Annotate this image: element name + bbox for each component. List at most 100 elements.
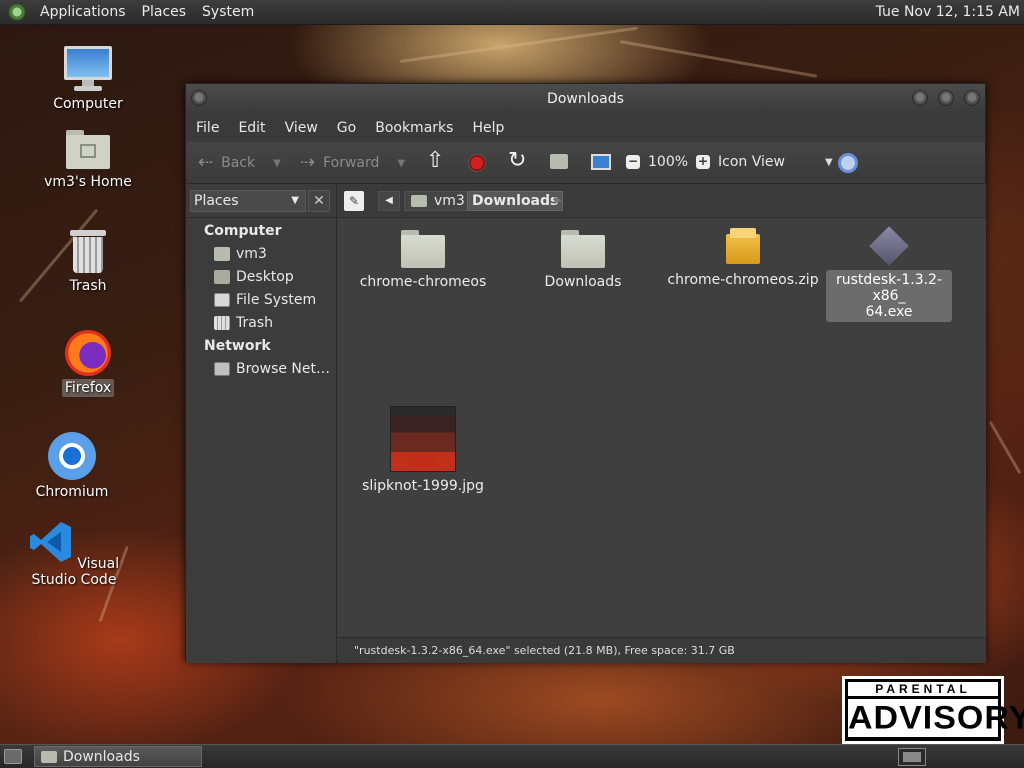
show-desktop-button[interactable] (4, 749, 22, 764)
places-menu[interactable]: Places (134, 4, 195, 20)
firefox-icon (65, 330, 111, 376)
sidebar-item-label: Browse Net… (236, 361, 331, 377)
forward-arrow-icon: ⇢ (300, 152, 316, 173)
file-name: chrome-chromeos (359, 274, 487, 290)
sidebar-item-desktop[interactable]: Desktop (214, 269, 294, 285)
file-view[interactable]: chrome-chromeos Downloads chrome-chromeo… (338, 218, 986, 637)
file-name: Downloads (544, 274, 622, 290)
menu-file[interactable]: File (196, 120, 219, 136)
wallpaper-streak (619, 40, 818, 78)
path-scroll-left-button[interactable]: ◀ (378, 191, 400, 211)
forward-history-arrow-icon[interactable]: ▼ (397, 158, 405, 169)
desktop-icon-computer[interactable]: Computer (50, 46, 126, 112)
zoom-level[interactable]: 100% (648, 154, 688, 170)
edit-location-button[interactable]: ✎ (344, 191, 364, 211)
desktop-icon-label: Computer (53, 96, 123, 112)
pencil-icon: ✎ (348, 194, 360, 208)
sidebar-selector[interactable]: Places ▼ (190, 190, 306, 212)
desktop-icon-label: Chromium (35, 484, 109, 500)
back-arrow-icon: ⇠ (198, 152, 214, 173)
sidebar-item-trash[interactable]: Trash (214, 315, 273, 331)
home-button[interactable] (550, 154, 568, 169)
workspace-switcher[interactable] (898, 748, 926, 766)
sidebar-heading-computer: Computer (204, 223, 282, 239)
zoom-out-icon[interactable]: − (626, 155, 640, 169)
window-title: Downloads (547, 91, 624, 107)
back-button[interactable]: ⇠ Back ▼ (198, 154, 281, 172)
trash-icon (70, 230, 106, 274)
up-button[interactable]: ⇧ (426, 148, 452, 173)
reload-icon: ↻ (508, 148, 527, 173)
stop-button[interactable] (468, 154, 486, 172)
menu-go[interactable]: Go (337, 120, 356, 136)
stop-icon (468, 154, 486, 172)
folder-icon (41, 750, 57, 763)
forward-button[interactable]: ⇢ Forward ▼ (300, 154, 405, 172)
distro-logo-icon[interactable] (8, 3, 26, 21)
computer-icon (64, 46, 112, 92)
wallpaper-streak (399, 26, 638, 63)
desktop-icon-label: Firefox (61, 379, 115, 397)
trash-icon (214, 316, 230, 330)
menu-edit[interactable]: Edit (238, 120, 265, 136)
home-folder-icon (411, 195, 427, 207)
reload-button[interactable]: ↻ (508, 148, 534, 173)
window-titlebar[interactable]: Downloads (186, 84, 985, 114)
file-item[interactable]: slipknot-1999.jpg (348, 406, 498, 494)
minimize-button[interactable] (912, 90, 928, 106)
menu-help[interactable]: Help (472, 120, 504, 136)
desktop-icon-trash[interactable]: Trash (58, 230, 118, 294)
menu-bookmarks[interactable]: Bookmarks (375, 120, 453, 136)
sidebar-item-label: vm3 (236, 246, 267, 262)
file-name: chrome-chromeos.zip (667, 272, 819, 288)
sidebar-item-file-system[interactable]: File System (214, 292, 316, 308)
desktop-icon-home[interactable]: vm3's Home (40, 130, 136, 190)
sidebar-item-vm3[interactable]: vm3 (214, 246, 267, 262)
sidebar-item-browse-network[interactable]: Browse Net… (214, 361, 330, 377)
file-item[interactable]: Downloads (508, 230, 658, 290)
sidebar-close-button[interactable]: ✕ (308, 190, 330, 212)
system-menu[interactable]: System (194, 4, 262, 20)
up-arrow-icon: ⇧ (426, 148, 445, 173)
image-thumbnail (390, 406, 456, 472)
applications-menu[interactable]: Applications (32, 4, 134, 20)
advisory-line: ADVISORY (848, 699, 1024, 737)
path-bar: ✎ ◀ vm3 Downloads ▶ (338, 184, 986, 218)
executable-icon (869, 226, 909, 266)
clock[interactable]: Tue Nov 12, 1:15 AM (876, 4, 1020, 20)
forward-label: Forward (323, 155, 380, 171)
zoom-in-icon[interactable]: + (696, 155, 711, 169)
network-icon (214, 362, 230, 376)
breadcrumb-downloads[interactable]: Downloads (467, 191, 564, 211)
back-history-arrow-icon[interactable]: ▼ (273, 158, 281, 169)
path-scroll-right-button[interactable]: ▶ (550, 191, 566, 211)
menu-view[interactable]: View (285, 120, 318, 136)
file-item[interactable]: chrome-chromeos.zip (658, 228, 828, 288)
search-icon (838, 153, 858, 173)
desktop-icon-firefox[interactable]: Firefox (58, 330, 118, 397)
chevron-left-icon: ◀ (385, 195, 393, 206)
chevron-down-icon: ▼ (291, 195, 299, 206)
home-icon (550, 154, 568, 169)
desktop-icon-chromium[interactable]: Chromium (34, 432, 110, 500)
window-menu-button[interactable] (191, 90, 207, 106)
home-folder-icon (214, 247, 230, 261)
close-button[interactable] (964, 90, 980, 106)
breadcrumb-vm3[interactable]: vm3 (404, 191, 472, 211)
folder-icon (401, 230, 445, 268)
bottom-panel: Downloads (0, 744, 1024, 768)
file-item[interactable]: rustdesk-1.3.2-x86_ 64.exe (826, 226, 952, 322)
folder-icon (561, 230, 605, 268)
search-button[interactable] (838, 153, 858, 173)
file-item[interactable]: chrome-chromeos (348, 230, 498, 290)
divider (186, 217, 337, 218)
chevron-right-icon: ▶ (554, 195, 562, 206)
desktop-icon-vscode[interactable]: Visual Studio Code (14, 520, 134, 588)
taskbar-item-downloads[interactable]: Downloads (34, 746, 202, 767)
chromium-icon (48, 432, 96, 480)
file-manager-window: Downloads File Edit View Go Bookmarks He… (185, 83, 986, 663)
view-mode-select[interactable]: Icon View ▼ (718, 154, 833, 170)
computer-button[interactable] (591, 154, 611, 170)
wallpaper-streak (988, 420, 1022, 475)
maximize-button[interactable] (938, 90, 954, 106)
